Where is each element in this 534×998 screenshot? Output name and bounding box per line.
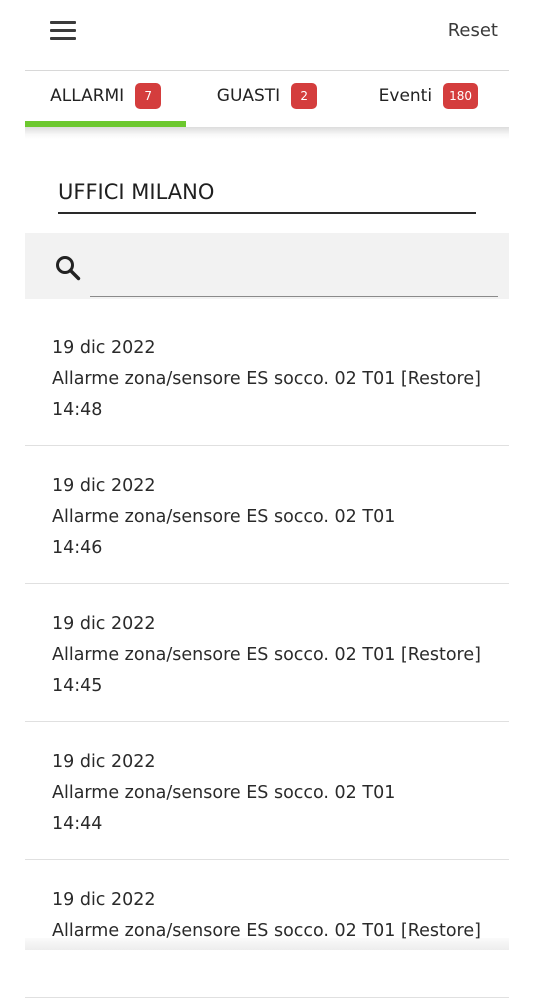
event-item[interactable]: 19 dic 2022 Allarme zona/sensore ES socc…: [25, 308, 509, 446]
event-description: Allarme zona/sensore ES socco. 02 T01 [R…: [52, 369, 481, 389]
count-badge: 180: [443, 82, 478, 109]
event-date: 19 dic 2022: [52, 614, 156, 634]
event-description: Allarme zona/sensore ES socco. 02 T01: [52, 783, 396, 803]
tab-bar-shadow: [25, 127, 509, 139]
event-time: 14:45: [52, 676, 103, 696]
reset-button[interactable]: Reset: [448, 20, 498, 41]
event-item[interactable]: 19 dic 2022 Allarme zona/sensore ES socc…: [25, 722, 509, 860]
event-description: Allarme zona/sensore ES socco. 02 T01 [R…: [52, 645, 481, 665]
event-list: 19 dic 2022 Allarme zona/sensore ES socc…: [25, 308, 509, 998]
count-badge: 7: [135, 82, 162, 109]
event-date: 19 dic 2022: [52, 752, 156, 772]
event-time: 14:46: [52, 538, 103, 558]
search-input[interactable]: [90, 241, 498, 297]
event-item[interactable]: 19 dic 2022 Allarme zona/sensore ES socc…: [25, 584, 509, 722]
event-date: 19 dic 2022: [52, 338, 156, 358]
bottom-fade: [25, 938, 509, 950]
site-selector[interactable]: UFFICI MILANO: [58, 172, 476, 214]
tab-guasti[interactable]: GUASTI 2: [186, 71, 347, 128]
hamburger-menu-icon[interactable]: [50, 21, 76, 41]
search-icon: [56, 256, 81, 281]
event-time: 14:44: [52, 814, 103, 834]
tab-allarmi[interactable]: ALLARMI 7: [25, 71, 187, 128]
tab-label: ALLARMI: [50, 85, 125, 106]
tab-bar: ALLARMI 7 GUASTI 2 Eventi 180: [25, 70, 509, 128]
tab-eventi[interactable]: Eventi 180: [348, 71, 509, 128]
event-date: 19 dic 2022: [52, 890, 156, 910]
tab-label: GUASTI: [216, 85, 281, 106]
count-badge: 2: [291, 82, 318, 109]
event-date: 19 dic 2022: [52, 476, 156, 496]
event-item[interactable]: 19 dic 2022 Allarme zona/sensore ES socc…: [25, 860, 509, 998]
event-time: 14:48: [52, 400, 103, 420]
event-item[interactable]: 19 dic 2022 Allarme zona/sensore ES socc…: [25, 446, 509, 584]
top-bar: Reset: [0, 0, 534, 66]
tab-label: Eventi: [378, 85, 433, 106]
search-bar: [25, 233, 509, 299]
event-description: Allarme zona/sensore ES socco. 02 T01: [52, 507, 396, 527]
